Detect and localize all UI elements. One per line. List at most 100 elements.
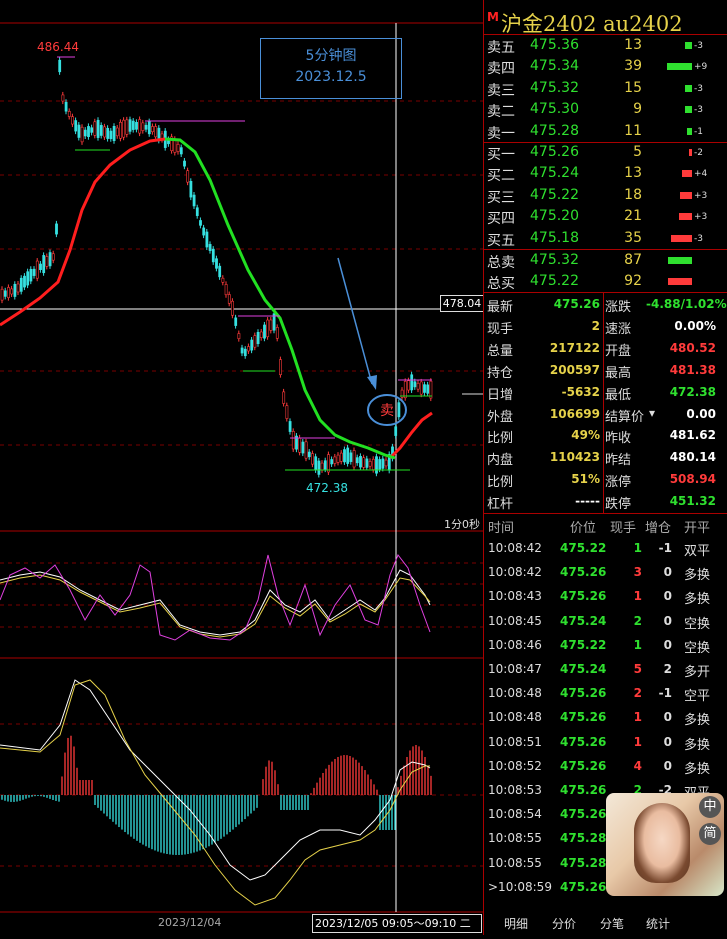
order-level[interactable]: 卖一 475.28 11 -1 <box>484 122 727 143</box>
candle-body <box>243 348 247 357</box>
level-label: 卖四 <box>487 61 515 78</box>
level-label: 卖一 <box>487 125 515 142</box>
level-qty: 15 <box>624 79 642 96</box>
avatar-widget[interactable]: 中 简 <box>606 793 724 896</box>
candle-body <box>115 127 119 137</box>
lang-button-zh[interactable]: 中 <box>699 796 721 818</box>
candle-body <box>304 441 308 459</box>
candle-body <box>183 160 186 167</box>
tick-time: 10:08:51 <box>488 734 542 749</box>
candle-body <box>349 452 353 462</box>
tick-row[interactable]: 10:08:45 475.24 2 0 空换 <box>484 609 727 633</box>
stat-value-right: 480.52 <box>669 340 716 355</box>
kline-chart[interactable] <box>0 0 483 935</box>
tab-tick[interactable]: 分笔 <box>600 915 624 932</box>
tick-type: 多开 <box>684 665 711 680</box>
candle-body <box>13 283 17 297</box>
candle-body <box>202 227 206 236</box>
candle-body <box>311 453 314 465</box>
candle-body <box>269 319 273 331</box>
lang-button-simplified[interactable]: 简 <box>699 823 721 845</box>
tick-time: 10:08:53 <box>488 783 542 797</box>
candle-body <box>282 391 286 404</box>
candle-body <box>375 456 378 474</box>
avatar <box>634 803 690 883</box>
stat-row: 比例 51% 涨停 508.94 <box>484 469 727 491</box>
level-change: -3 <box>694 41 703 51</box>
header-type: 开平 <box>684 521 711 536</box>
quote-panel: M 沪金2402 au2402 卖五 475.36 13 -3 卖四 475.34 39 +9… <box>483 0 727 935</box>
total-volume-bar <box>668 278 692 285</box>
candle-body <box>199 220 202 226</box>
candle-body <box>186 170 190 183</box>
header-qty: 现手 <box>610 521 637 536</box>
candle-body <box>103 126 106 138</box>
tick-row[interactable]: 10:08:42 475.26 3 0 多换 <box>484 560 727 584</box>
tick-row[interactable]: 10:08:42 475.22 1 -1 双平 <box>484 536 727 560</box>
level-qty: 9 <box>633 101 642 118</box>
tick-row[interactable]: 10:08:52 475.26 4 0 多换 <box>484 754 727 778</box>
stat-value-right: 481.62 <box>669 428 716 443</box>
tick-price: 475.22 <box>560 541 607 555</box>
tab-stats[interactable]: 统计 <box>646 915 670 932</box>
candle-body <box>87 126 90 137</box>
level-label: 卖二 <box>487 104 515 121</box>
tick-qty: 5 <box>633 662 642 676</box>
tick-type: 多换 <box>684 761 711 777</box>
level-price: 475.30 <box>530 101 579 118</box>
candle-body <box>122 119 126 138</box>
tick-price: 475.26 <box>560 589 607 604</box>
order-level[interactable]: 卖五 475.36 13 -3 <box>484 36 727 57</box>
stat-label-right: 涨跌 <box>605 300 632 315</box>
tick-row[interactable]: 10:08:43 475.26 1 0 多换 <box>484 584 727 608</box>
stat-value: 475.26 <box>553 297 600 311</box>
total-volume-bar <box>668 257 692 264</box>
order-level[interactable]: 买四 475.20 21 +3 <box>484 207 727 228</box>
candle-body <box>39 263 42 270</box>
candle-body <box>93 121 97 136</box>
stat-row: 外盘 106699 结算价 0.00 ▾ <box>484 404 727 426</box>
candle-body <box>119 121 122 139</box>
candle-body <box>128 119 132 132</box>
chevron-down-icon[interactable]: ▾ <box>649 406 655 420</box>
tick-row[interactable]: 10:08:47 475.24 5 2 多开 <box>484 657 727 681</box>
order-level[interactable]: 卖二 475.30 9 -3 <box>484 100 727 121</box>
order-level[interactable]: 买二 475.24 13 +4 <box>484 164 727 185</box>
order-level[interactable]: 买一 475.26 5 -2 <box>484 143 727 164</box>
stat-label: 日增 <box>487 387 514 403</box>
tab-detail[interactable]: 明细 <box>504 915 528 932</box>
tick-qty: 2 <box>633 613 642 628</box>
tick-oi-change: 0 <box>663 589 672 604</box>
candle-body <box>314 456 318 471</box>
stat-label-right: 跌停 <box>605 497 632 513</box>
level-label: 买五 <box>487 232 515 249</box>
tick-price: 475.26 <box>560 807 607 822</box>
kline-chart-area[interactable]: 486.44 472.38 5分钟图 2023.12.5 卖 478.04 1分… <box>0 0 484 935</box>
tick-row[interactable]: 10:08:48 475.26 1 0 多换 <box>484 705 727 729</box>
tick-price: 475.24 <box>560 662 607 676</box>
tick-row[interactable]: 10:08:46 475.22 1 0 空换 <box>484 633 727 657</box>
candle-body <box>339 452 343 462</box>
candle-body <box>381 458 385 469</box>
stat-label: 总量 <box>487 343 514 359</box>
candle-body <box>61 94 65 102</box>
tab-price-dist[interactable]: 分价 <box>552 915 576 932</box>
candle-body <box>176 144 180 152</box>
level-change: -3 <box>694 233 703 244</box>
order-level[interactable]: 买五 475.18 35 -3 <box>484 229 727 250</box>
candle-body <box>35 260 39 279</box>
candle-body <box>416 382 420 390</box>
order-level[interactable]: 卖四 475.34 39 +9 <box>484 57 727 78</box>
tick-row[interactable]: 10:08:51 475.26 1 0 多换 <box>484 730 727 754</box>
candle-body <box>378 459 382 470</box>
tick-row[interactable]: 10:08:48 475.26 2 -1 空平 <box>484 681 727 705</box>
stat-label: 比例 <box>487 431 514 447</box>
order-level[interactable]: 买三 475.22 18 +3 <box>484 186 727 207</box>
tick-price: 475.22 <box>560 637 607 652</box>
order-level[interactable]: 卖三 475.32 15 -3 <box>484 79 727 100</box>
candle-body <box>253 335 257 348</box>
candle-body <box>263 324 266 339</box>
level-change: +3 <box>694 190 708 201</box>
sell-marker: 卖 <box>380 403 394 419</box>
candle-body <box>131 120 135 130</box>
